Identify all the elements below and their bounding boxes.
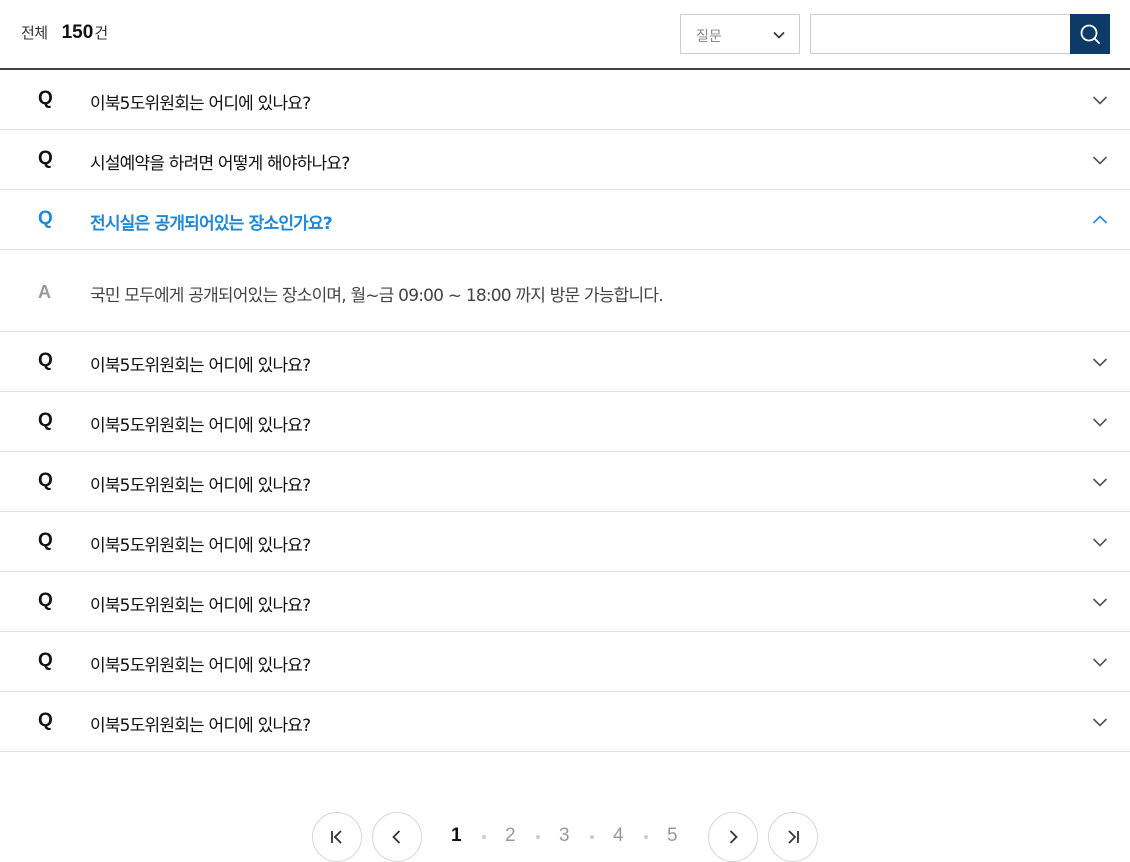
question-text: 이북5도위원회는 어디에 있나요? xyxy=(90,476,311,496)
question-mark: Q xyxy=(38,710,53,731)
page-separator xyxy=(482,835,486,839)
page-separator xyxy=(536,835,540,839)
page-separator xyxy=(644,835,648,839)
question-mark: Q xyxy=(38,470,53,491)
faq-item: Q 이북5도위원회는 어디에 있나요? xyxy=(0,692,1130,752)
question-mark: Q xyxy=(38,148,53,169)
first-page-button[interactable] xyxy=(312,812,362,862)
chevron-down-icon xyxy=(1092,658,1108,667)
question-text: 이북5도위원회는 어디에 있나요? xyxy=(90,596,311,616)
pagination: 1 2 3 4 5 xyxy=(0,812,1130,862)
faq-item: Q 이북5도위원회는 어디에 있나요? xyxy=(0,512,1130,572)
question-mark: Q xyxy=(38,350,53,371)
last-page-button[interactable] xyxy=(768,812,818,862)
question-mark: Q xyxy=(38,410,53,431)
question-text: 이북5도위원회는 어디에 있나요? xyxy=(90,536,311,556)
search-filter-value: 질문 xyxy=(696,29,722,45)
faq-question-row[interactable]: Q 이북5도위원회는 어디에 있나요? xyxy=(0,392,1130,451)
chevron-up-icon xyxy=(1092,215,1108,224)
question-text: 이북5도위원회는 어디에 있나요? xyxy=(90,416,311,436)
faq-item: Q 시설예약을 하려면 어떻게 해야하나요? xyxy=(0,130,1130,190)
question-mark: Q xyxy=(38,208,53,229)
total-label: 전체 xyxy=(21,24,48,42)
faq-question-row[interactable]: Q 전시실은 공개되어있는 장소인가요? xyxy=(0,190,1130,250)
question-text: 이북5도위원회는 어디에 있나요? xyxy=(90,356,311,376)
chevron-left-icon xyxy=(392,830,401,844)
page-1[interactable]: 1 xyxy=(451,825,462,847)
question-text: 이북5도위원회는 어디에 있나요? xyxy=(90,716,311,736)
total-unit: 건 xyxy=(94,24,109,42)
page-2[interactable]: 2 xyxy=(505,825,516,847)
question-mark: Q xyxy=(38,590,53,611)
question-mark: Q xyxy=(38,650,53,671)
faq-item: Q 이북5도위원회는 어디에 있나요? xyxy=(0,332,1130,392)
faq-item: Q 이북5도위원회는 어디에 있나요? xyxy=(0,392,1130,452)
faq-question-row[interactable]: Q 이북5도위원회는 어디에 있나요? xyxy=(0,572,1130,631)
answer-mark: A xyxy=(38,282,51,302)
faq-answer: A 국민 모두에게 공개되어있는 장소이며, 월~금 09:00 ~ 18:00 … xyxy=(0,250,1130,331)
chevron-down-icon xyxy=(1092,358,1108,367)
faq-item: Q 이북5도위원회는 어디에 있나요? xyxy=(0,632,1130,692)
next-page-button[interactable] xyxy=(708,812,758,862)
faq-question-row[interactable]: Q 이북5도위원회는 어디에 있나요? xyxy=(0,452,1130,511)
page-4[interactable]: 4 xyxy=(613,825,624,847)
chevron-down-icon xyxy=(1092,418,1108,427)
faq-item: Q 전시실은 공개되어있는 장소인가요? A 국민 모두에게 공개되어있는 장소이며,… xyxy=(0,190,1130,332)
first-page-icon xyxy=(331,830,342,844)
last-page-icon xyxy=(788,830,799,844)
faq-item: Q 이북5도위원회는 어디에 있나요? xyxy=(0,452,1130,512)
chevron-down-icon xyxy=(1092,718,1108,727)
question-text: 이북5도위원회는 어디에 있나요? xyxy=(90,656,311,676)
page-5[interactable]: 5 xyxy=(667,825,678,847)
page-separator xyxy=(590,835,594,839)
question-text: 이북5도위원회는 어디에 있나요? xyxy=(90,94,311,114)
faq-question-row[interactable]: Q 이북5도위원회는 어디에 있나요? xyxy=(0,332,1130,391)
chevron-down-icon xyxy=(1092,538,1108,547)
chevron-down-icon xyxy=(773,31,785,39)
chevron-down-icon xyxy=(1092,598,1108,607)
chevron-down-icon xyxy=(1092,96,1108,105)
chevron-down-icon xyxy=(1092,478,1108,487)
chevron-right-icon xyxy=(729,830,738,844)
search-button[interactable] xyxy=(1070,14,1110,54)
list-toolbar: 전체 150 건 질문 xyxy=(0,0,1130,70)
faq-question-row[interactable]: Q 이북5도위원회는 어디에 있나요? xyxy=(0,692,1130,751)
answer-text: 국민 모두에게 공개되어있는 장소이며, 월~금 09:00 ~ 18:00 까… xyxy=(90,286,664,306)
faq-question-row[interactable]: Q 이북5도위원회는 어디에 있나요? xyxy=(0,512,1130,571)
faq-question-row[interactable]: Q 이북5도위원회는 어디에 있나요? xyxy=(0,632,1130,691)
faq-list: Q 이북5도위원회는 어디에 있나요? Q 시설예약을 하려면 어떻게 해야하나요? Q… xyxy=(0,70,1130,752)
faq-question-row[interactable]: Q 시설예약을 하려면 어떻게 해야하나요? xyxy=(0,130,1130,189)
faq-item: Q 이북5도위원회는 어디에 있나요? xyxy=(0,572,1130,632)
search-icon xyxy=(1080,24,1100,44)
total-number: 150 xyxy=(61,22,94,43)
faq-question-row[interactable]: Q 이북5도위원회는 어디에 있나요? xyxy=(0,70,1130,129)
question-mark: Q xyxy=(38,88,53,109)
page-3[interactable]: 3 xyxy=(559,825,570,847)
chevron-down-icon xyxy=(1092,156,1108,165)
search-input[interactable] xyxy=(810,14,1071,54)
question-text: 전시실은 공개되어있는 장소인가요? xyxy=(90,214,333,234)
total-count: 전체 150 건 xyxy=(21,22,108,50)
prev-page-button[interactable] xyxy=(372,812,422,862)
question-text: 시설예약을 하려면 어떻게 해야하나요? xyxy=(90,154,350,174)
search-filter-select[interactable]: 질문 xyxy=(680,14,800,54)
faq-item: Q 이북5도위원회는 어디에 있나요? xyxy=(0,70,1130,130)
question-mark: Q xyxy=(38,530,53,551)
